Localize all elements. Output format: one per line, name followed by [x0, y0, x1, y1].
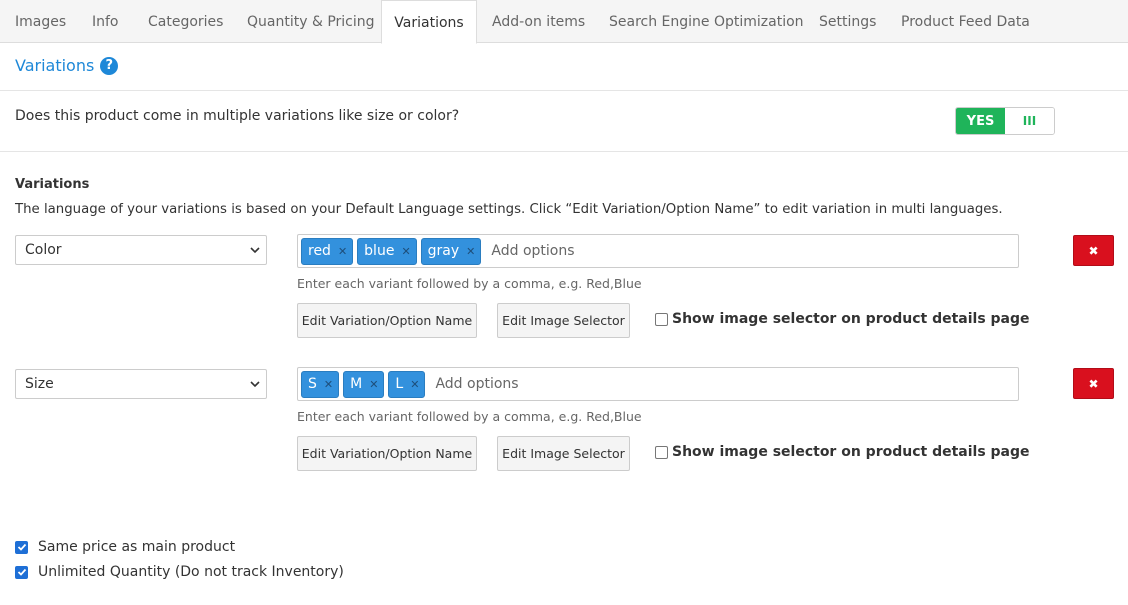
same-price-label: Same price as main product	[38, 539, 236, 555]
remove-tag-icon[interactable]: ✕	[466, 245, 475, 258]
option-tag-label: S	[308, 376, 317, 392]
option-tag: blue ✕	[357, 237, 417, 265]
checkmark-icon	[17, 543, 26, 551]
unlimited-quantity-option: Unlimited Quantity (Do not track Invento…	[15, 564, 344, 580]
variation-type-select-color[interactable]: Color	[15, 235, 267, 265]
help-icon[interactable]: ?	[100, 56, 119, 75]
unlimited-quantity-checkbox[interactable]	[15, 565, 28, 579]
option-tag-label: blue	[364, 243, 395, 259]
chevron-down-icon	[250, 247, 260, 254]
tab-variations[interactable]: Variations	[381, 0, 477, 44]
option-tag: gray ✕	[420, 237, 482, 265]
chevron-down-icon	[250, 381, 260, 388]
remove-tag-icon[interactable]: ✕	[401, 245, 410, 258]
option-tag-label: red	[308, 243, 331, 259]
unlimited-quantity-label: Unlimited Quantity (Do not track Invento…	[38, 564, 344, 580]
tab-product-feed-data[interactable]: Product Feed Data	[901, 0, 1030, 43]
variation-type-select-size[interactable]: Size	[15, 369, 267, 399]
tab-settings[interactable]: Settings	[819, 0, 876, 43]
tab-images[interactable]: Images	[15, 0, 66, 43]
edit-variation-name-button[interactable]: Edit Variation/Option Name	[297, 436, 477, 471]
show-image-selector-option: Show image selector on product details p…	[655, 311, 1030, 327]
tab-add-on-items[interactable]: Add-on items	[492, 0, 585, 43]
remove-variation-button[interactable]: ✖	[1073, 235, 1114, 266]
options-tag-input-size[interactable]: S ✕ M ✕ L ✕ Add options	[297, 367, 1019, 401]
option-tag: S ✕	[301, 370, 340, 398]
same-price-checkbox[interactable]	[15, 540, 28, 554]
variations-description: The language of your variations is based…	[15, 202, 1003, 217]
tab-quantity-pricing[interactable]: Quantity & Pricing	[247, 0, 375, 43]
option-tag-label: gray	[427, 243, 460, 259]
edit-image-selector-button[interactable]: Edit Image Selector	[497, 436, 630, 471]
show-image-selector-label: Show image selector on product details p…	[672, 444, 1030, 460]
option-tag: red ✕	[301, 237, 354, 265]
variant-hint: Enter each variant followed by a comma, …	[297, 409, 642, 424]
multi-variation-toggle[interactable]: YES III	[955, 107, 1055, 135]
toggle-handle-icon: III	[1005, 108, 1054, 134]
section-title-text: Variations	[15, 56, 95, 75]
remove-tag-icon[interactable]: ✕	[324, 378, 333, 391]
options-tag-input-color[interactable]: red ✕ blue ✕ gray ✕ Add options	[297, 234, 1019, 268]
tab-seo[interactable]: Search Engine Optimization	[609, 0, 804, 43]
add-options-input[interactable]: Add options	[435, 376, 518, 392]
multi-variation-question: Does this product come in multiple varia…	[15, 108, 460, 124]
variations-heading: Variations	[15, 177, 90, 192]
show-image-selector-checkbox[interactable]	[655, 445, 668, 459]
toggle-yes-label: YES	[956, 108, 1005, 134]
tab-info[interactable]: Info	[92, 0, 119, 43]
option-tag: M ✕	[343, 370, 385, 398]
show-image-selector-checkbox[interactable]	[655, 312, 668, 326]
option-tag: L ✕	[388, 370, 426, 398]
select-value: Size	[25, 376, 54, 392]
select-value: Color	[25, 242, 62, 258]
same-price-option: Same price as main product	[15, 539, 235, 555]
option-tag-label: L	[395, 376, 404, 392]
edit-image-selector-button[interactable]: Edit Image Selector	[497, 303, 630, 338]
remove-tag-icon[interactable]: ✕	[369, 378, 378, 391]
variant-hint: Enter each variant followed by a comma, …	[297, 276, 642, 291]
add-options-input[interactable]: Add options	[491, 243, 574, 259]
edit-variation-name-button[interactable]: Edit Variation/Option Name	[297, 303, 477, 338]
tab-bar: Images Info Categories Quantity & Pricin…	[0, 0, 1128, 44]
option-tag-label: M	[350, 376, 363, 392]
divider	[0, 90, 1128, 91]
checkmark-icon	[17, 568, 26, 576]
remove-tag-icon[interactable]: ✕	[338, 245, 347, 258]
show-image-selector-label: Show image selector on product details p…	[672, 311, 1030, 327]
remove-variation-button[interactable]: ✖	[1073, 368, 1114, 399]
show-image-selector-option: Show image selector on product details p…	[655, 444, 1030, 460]
divider	[0, 151, 1128, 152]
page-title: Variations ?	[15, 56, 119, 75]
remove-tag-icon[interactable]: ✕	[410, 378, 419, 391]
tab-categories[interactable]: Categories	[148, 0, 223, 43]
